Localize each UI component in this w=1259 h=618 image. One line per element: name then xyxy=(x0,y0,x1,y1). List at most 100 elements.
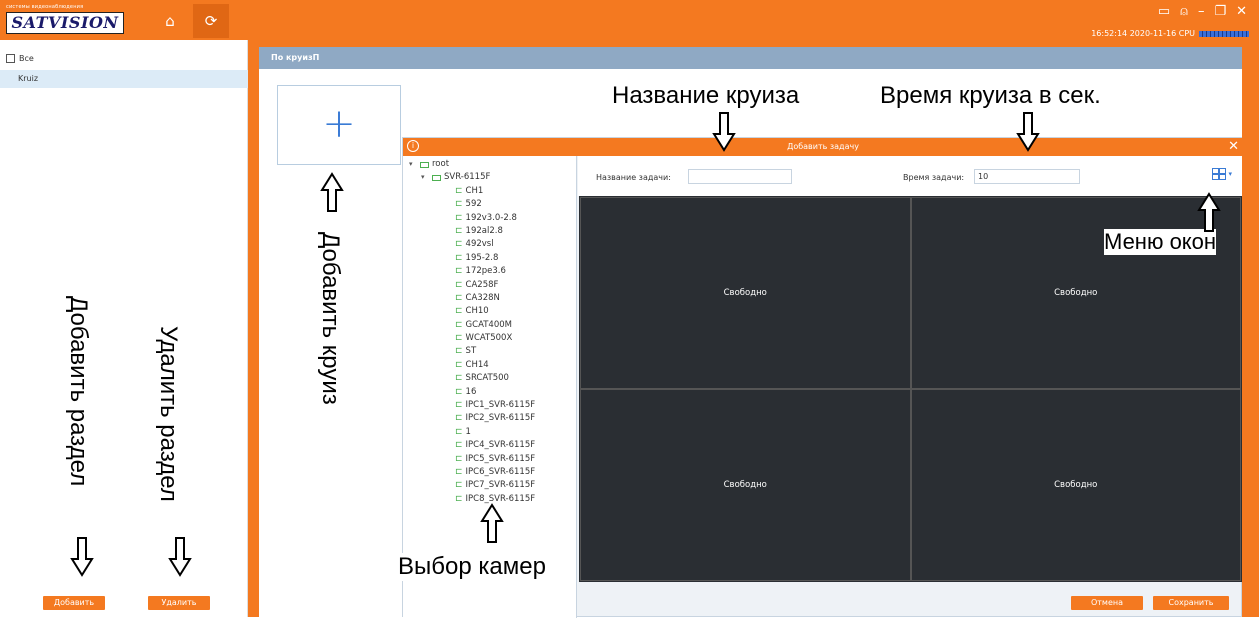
annotation-camera-select: Выбор камер xyxy=(398,553,546,581)
camera-tree-item[interactable]: ⊏ CA258F xyxy=(403,279,576,292)
camera-tree-item[interactable]: ⊏ 16 xyxy=(403,386,576,399)
video-cell[interactable]: Свободно xyxy=(910,197,1241,389)
camera-label: 192v3.0-2.8 xyxy=(465,212,517,223)
save-button[interactable]: Сохранить xyxy=(1153,596,1229,610)
camera-label: IPC4_SVR-6115F xyxy=(465,440,536,451)
camera-tree-item[interactable]: ⊏ IPC2_SVR-6115F xyxy=(403,412,576,425)
window-controls: ▭ ⍝ – ❐ ✕ xyxy=(1158,4,1247,19)
folder-icon xyxy=(420,161,429,168)
camera-icon: ⊏ xyxy=(455,252,463,263)
caret-down-icon: ▾ xyxy=(1228,170,1232,178)
camera-tree-item[interactable]: ⊏ CH10 xyxy=(403,305,576,318)
camera-tree-item[interactable]: ⊏ GCAT400M xyxy=(403,319,576,332)
cancel-button[interactable]: Отмена xyxy=(1071,596,1143,610)
camera-icon: ⊏ xyxy=(455,453,463,464)
camera-icon: ⊏ xyxy=(455,185,463,196)
camera-tree-item[interactable]: ⊏ CA328N xyxy=(403,292,576,305)
camera-tree-item[interactable]: ⊏ IPC4_SVR-6115F xyxy=(403,439,576,452)
camera-label: 592 xyxy=(465,199,482,210)
select-all-row[interactable]: Все xyxy=(6,54,34,63)
dialog-close-icon[interactable]: ✕ xyxy=(1228,138,1239,156)
camera-tree-item[interactable]: ⊏ 195-2.8 xyxy=(403,252,576,265)
task-name-input[interactable] xyxy=(688,169,792,184)
task-fields: Название задачи: Время задачи: 10 ▾ xyxy=(578,156,1242,196)
add-task-dialog: i Добавить задачу ✕ ▾ root ▾ SVR-6115F ⊏… xyxy=(402,137,1243,618)
camera-label: WCAT500X xyxy=(465,333,513,344)
home-icon[interactable]: ⌂ xyxy=(161,12,179,30)
video-cell[interactable]: Свободно xyxy=(580,389,911,581)
camera-tree-item[interactable]: ⊏ CH14 xyxy=(403,359,576,372)
camera-tree-item[interactable]: ⊏ IPC5_SVR-6115F xyxy=(403,453,576,466)
camera-tree-item[interactable]: ⊏ IPC1_SVR-6115F xyxy=(403,399,576,412)
arrow-down-icon xyxy=(712,112,736,152)
camera-tree-item[interactable]: ⊏ ST xyxy=(403,345,576,358)
annotation-window-menu: Меню окон xyxy=(1104,229,1217,255)
select-all-checkbox[interactable] xyxy=(6,54,15,63)
plus-icon: + xyxy=(322,101,356,147)
camera-tree-item[interactable]: ⊏ SRCAT500 xyxy=(403,372,576,385)
annotation-add-cruise: Добавить круиз xyxy=(316,232,344,405)
video-cell[interactable]: Свободно xyxy=(910,389,1241,581)
grid-layout-icon xyxy=(1212,168,1227,180)
camera-icon: ⊏ xyxy=(455,225,463,236)
camera-icon: ⊏ xyxy=(455,319,463,330)
annotation-add-section: Добавить раздел xyxy=(64,296,92,487)
tree-root-label: root xyxy=(432,159,450,169)
camera-tree-item[interactable]: ⊏ IPC6_SVR-6115F xyxy=(403,466,576,479)
monitor-icon[interactable]: ▭ xyxy=(1158,4,1170,19)
dialog-header: i Добавить задачу ✕ xyxy=(403,138,1243,156)
camera-tree-item[interactable]: ⊏ CH1 xyxy=(403,185,576,198)
camera-icon: ⊏ xyxy=(455,373,463,384)
add-section-button[interactable]: Добавить xyxy=(43,596,105,610)
arrow-up-icon xyxy=(1197,192,1221,232)
camera-label: CH14 xyxy=(465,359,489,370)
title-bar: системы видеонаблюдения SATVISION ⌂ ⟳ ▭ … xyxy=(0,0,1259,40)
camera-label: 195-2.8 xyxy=(465,252,499,263)
tree-device[interactable]: ▾ SVR-6115F xyxy=(403,171,576,184)
camera-icon: ⊏ xyxy=(455,413,463,424)
delete-section-button[interactable]: Удалить xyxy=(148,596,210,610)
camera-icon: ⊏ xyxy=(455,306,463,317)
camera-label: 192al2.8 xyxy=(465,225,503,236)
tree-root[interactable]: ▾ root xyxy=(403,158,576,171)
camera-label: 16 xyxy=(465,386,477,397)
task-time-input[interactable]: 10 xyxy=(974,169,1080,184)
window-layout-menu[interactable]: ▾ xyxy=(1212,168,1232,180)
camera-tree-item[interactable]: ⊏ IPC7_SVR-6115F xyxy=(403,479,576,492)
camera-icon: ⊏ xyxy=(455,346,463,357)
logo-tagline: системы видеонаблюдения xyxy=(6,4,84,10)
cruise-sidebar: Все Kruiz Добавить Удалить xyxy=(0,40,248,617)
cruise-list-item[interactable]: Kruiz xyxy=(0,70,248,88)
camera-icon: ⊏ xyxy=(455,480,463,491)
add-cruise-tile[interactable]: + xyxy=(277,85,401,165)
camera-icon: ⊏ xyxy=(455,212,463,223)
camera-tree-item[interactable]: ⊏ WCAT500X xyxy=(403,332,576,345)
close-icon[interactable]: ✕ xyxy=(1236,4,1247,19)
camera-label: 172pe3.6 xyxy=(465,266,506,277)
user-icon[interactable]: ⍝ xyxy=(1180,4,1188,19)
arrow-up-icon xyxy=(480,503,504,543)
dialog-title: Добавить задачу xyxy=(787,142,859,151)
video-cell[interactable]: Свободно xyxy=(580,197,911,389)
camera-tree-item[interactable]: ⊏ 192v3.0-2.8 xyxy=(403,212,576,225)
clock-cpu-label: 16:52:14 2020-11-16 CPU xyxy=(1091,29,1195,38)
chevron-down-icon[interactable]: ▾ xyxy=(409,158,417,171)
camera-label: 1 xyxy=(465,426,471,437)
cruise-icon[interactable]: ⟳ xyxy=(202,12,220,30)
camera-label: IPC5_SVR-6115F xyxy=(465,453,536,464)
camera-tree-item[interactable]: ⊏ 1 xyxy=(403,426,576,439)
minimize-icon[interactable]: – xyxy=(1198,4,1205,19)
camera-icon: ⊏ xyxy=(455,266,463,277)
camera-tree-item[interactable]: ⊏ 192al2.8 xyxy=(403,225,576,238)
arrow-down-icon xyxy=(168,537,192,577)
chevron-down-icon[interactable]: ▾ xyxy=(421,171,429,184)
camera-tree-item[interactable]: ⊏ 592 xyxy=(403,198,576,211)
camera-icon: ⊏ xyxy=(455,333,463,344)
camera-label: CA258F xyxy=(465,279,499,290)
annotation-delete-section: Удалить раздел xyxy=(154,326,182,502)
camera-tree-item[interactable]: ⊏ 172pe3.6 xyxy=(403,265,576,278)
tree-device-label: SVR-6115F xyxy=(444,172,491,183)
camera-icon: ⊏ xyxy=(455,359,463,370)
camera-tree-item[interactable]: ⊏ 492vsl xyxy=(403,238,576,251)
restore-icon[interactable]: ❐ xyxy=(1214,4,1226,19)
